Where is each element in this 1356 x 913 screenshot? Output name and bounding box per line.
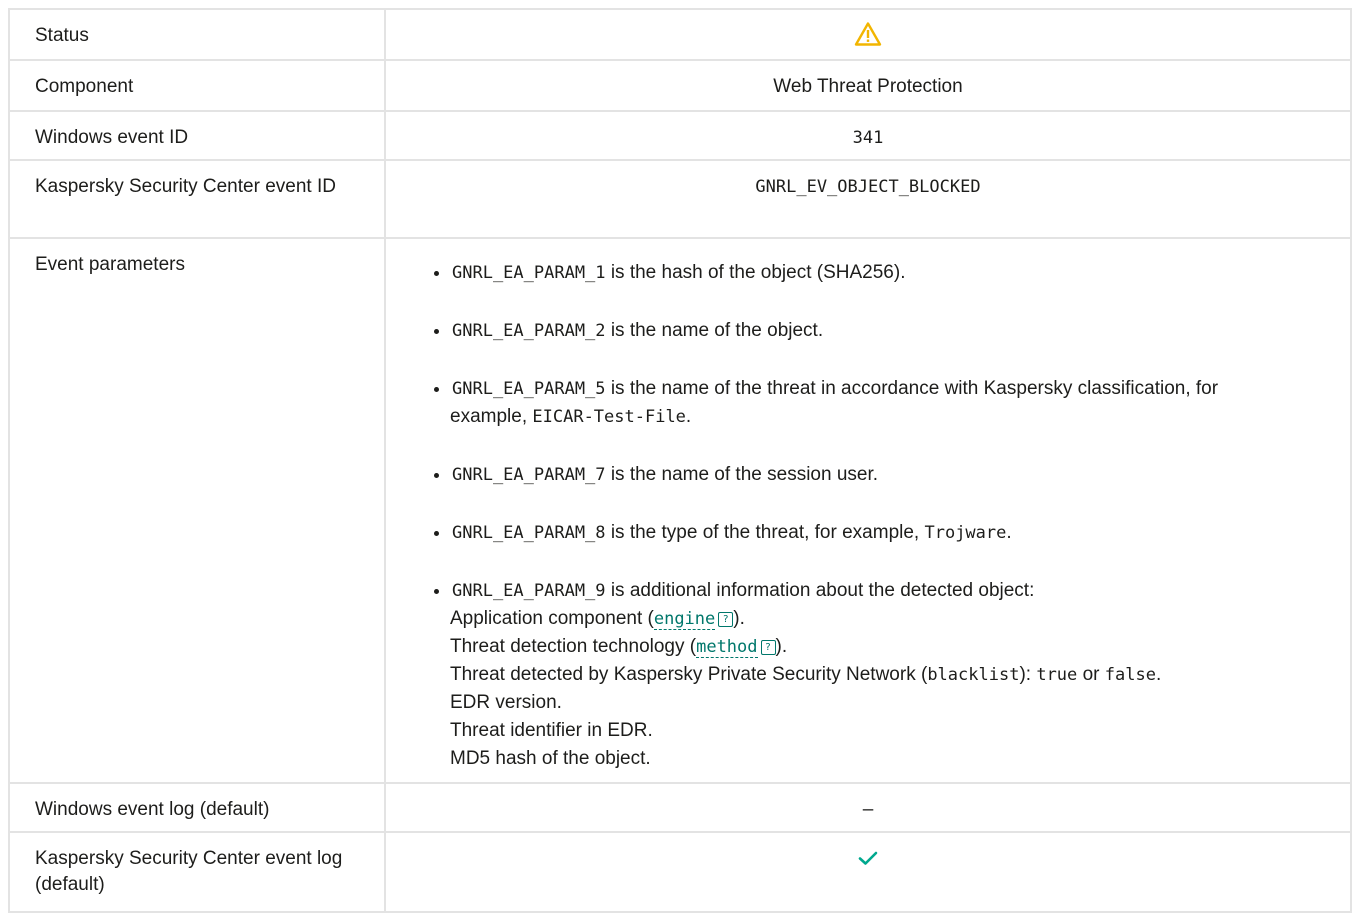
param-end: . bbox=[685, 406, 692, 427]
list-item: GNRL_EA_PARAM_2 is the name of the objec… bbox=[434, 317, 1350, 345]
event-details-table: Status Component Web Threat Protection W… bbox=[8, 8, 1352, 913]
ksn-line: Threat detected by Kaspersky Private Sec… bbox=[450, 664, 1162, 685]
row-label-component: Component bbox=[35, 76, 134, 97]
row-label-ksc-event-log: Kaspersky Security Center event log (def… bbox=[35, 848, 343, 895]
param-end: . bbox=[1006, 522, 1012, 543]
param-code: GNRL_EA_PARAM_5 bbox=[452, 379, 606, 399]
md5-line: MD5 hash of the object. bbox=[450, 748, 651, 769]
param-text: is the type of the threat, for example, bbox=[610, 522, 920, 543]
table-row: Event parameters GNRL_EA_PARAM_1 is the … bbox=[8, 237, 1352, 784]
table-row: Kaspersky Security Center event ID GNRL_… bbox=[8, 159, 1352, 239]
help-icon[interactable]: ? bbox=[760, 640, 776, 655]
param-text: is the name of the threat in accordance … bbox=[610, 378, 1219, 399]
windows-event-id-value: 341 bbox=[852, 128, 884, 148]
event-parameters-cell: GNRL_EA_PARAM_1 is the hash of the objec… bbox=[384, 237, 1352, 784]
param-example: Trojware bbox=[924, 523, 1007, 543]
list-item: GNRL_EA_PARAM_7 is the name of the sessi… bbox=[434, 461, 1350, 489]
checkmark-icon bbox=[858, 851, 878, 865]
table-row: Windows event ID 341 bbox=[8, 110, 1352, 161]
list-item: GNRL_EA_PARAM_8 is the type of the threa… bbox=[434, 519, 1350, 547]
ksc-event-log-value bbox=[386, 833, 1350, 875]
component-value: Web Threat Protection bbox=[773, 76, 963, 97]
edr-version-line: EDR version. bbox=[450, 692, 562, 713]
list-item: GNRL_EA_PARAM_9 is additional informatio… bbox=[434, 577, 1350, 773]
row-label-windows-event-id: Windows event ID bbox=[35, 127, 189, 148]
parameters-list: GNRL_EA_PARAM_1 is the hash of the objec… bbox=[386, 259, 1350, 773]
param-example: EICAR-Test-File bbox=[532, 407, 686, 427]
table-row: Component Web Threat Protection bbox=[8, 59, 1352, 112]
param-text: example, bbox=[450, 406, 528, 427]
param-code: GNRL_EA_PARAM_2 bbox=[452, 321, 606, 341]
list-item: GNRL_EA_PARAM_1 is the hash of the objec… bbox=[434, 259, 1350, 287]
param-code: GNRL_EA_PARAM_9 bbox=[452, 581, 606, 601]
param-text: is the hash of the object (SHA256). bbox=[610, 262, 906, 283]
app-component-line: Application component (engine?). bbox=[450, 608, 745, 630]
list-item: GNRL_EA_PARAM_5 is the name of the threa… bbox=[434, 375, 1350, 431]
param-text: is the name of the object. bbox=[610, 320, 824, 341]
edr-id-line: Threat identifier in EDR. bbox=[450, 720, 653, 741]
ksc-event-id-value: GNRL_EV_OBJECT_BLOCKED bbox=[755, 177, 981, 197]
param-code: GNRL_EA_PARAM_8 bbox=[452, 523, 606, 543]
row-label-status: Status bbox=[35, 25, 89, 46]
table-row: Status bbox=[8, 8, 1352, 61]
warning-triangle-icon bbox=[854, 22, 882, 46]
param-text: is the name of the session user. bbox=[610, 464, 879, 485]
table-row: Windows event log (default) – bbox=[8, 782, 1352, 833]
param-code: GNRL_EA_PARAM_1 bbox=[452, 263, 606, 283]
table-row: Kaspersky Security Center event log (def… bbox=[8, 831, 1352, 913]
detection-tech-line: Threat detection technology (method?). bbox=[450, 636, 788, 658]
help-icon[interactable]: ? bbox=[718, 612, 734, 627]
row-label-event-parameters: Event parameters bbox=[35, 254, 185, 275]
param-text: is additional information about the dete… bbox=[610, 580, 1035, 601]
status-value bbox=[386, 10, 1350, 55]
windows-event-log-value: – bbox=[862, 799, 874, 820]
row-label-ksc-event-id: Kaspersky Security Center event ID bbox=[35, 176, 336, 197]
method-link[interactable]: method bbox=[696, 637, 758, 658]
param-code: GNRL_EA_PARAM_7 bbox=[452, 465, 606, 485]
row-label-windows-event-log: Windows event log (default) bbox=[35, 799, 270, 820]
engine-link[interactable]: engine bbox=[653, 609, 716, 630]
